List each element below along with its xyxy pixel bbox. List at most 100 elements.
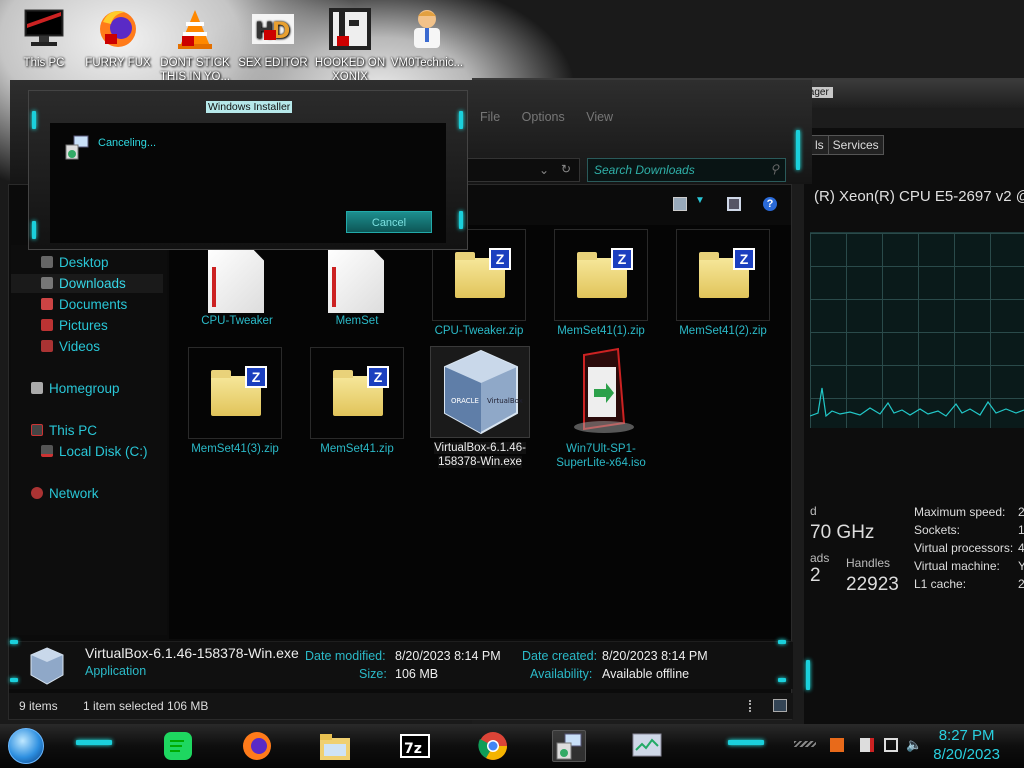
tab-services[interactable]: Services: [827, 135, 884, 155]
refresh-icon[interactable]: ↻: [561, 162, 571, 176]
details-view-icon[interactable]: [749, 700, 753, 712]
task-manager-icon[interactable]: [630, 730, 664, 762]
tab-details[interactable]: ls: [810, 135, 828, 155]
hxd-icon: HD: [250, 6, 296, 52]
videos-icon: [41, 340, 53, 352]
pc-icon: [31, 424, 43, 436]
volume-icon[interactable]: 🔈: [906, 738, 922, 752]
nav-item-pictures[interactable]: Pictures: [11, 316, 163, 335]
computer-icon: [21, 6, 67, 52]
item-count: 9 items: [19, 699, 58, 713]
zip-archive-icon: Z: [554, 229, 648, 321]
file-item[interactable]: Z MemSet41(1).zip: [553, 229, 649, 338]
explorer-menu: File Options View: [480, 110, 631, 124]
show-hidden-icons-icon[interactable]: [794, 741, 816, 747]
nav-item-this-pc[interactable]: This PC: [11, 421, 163, 440]
taskbar-accent: [728, 740, 764, 745]
desktop-icon-vm0technic[interactable]: VM0Technic...: [389, 6, 465, 70]
spotify-icon[interactable]: [160, 730, 194, 762]
nav-item-label: Pictures: [59, 318, 108, 333]
frame-accent: [796, 130, 800, 170]
task-manager-tabs: ls Services: [810, 135, 884, 155]
desktop-icon-this-pc[interactable]: This PC: [6, 6, 82, 70]
taskbar-accent: [76, 740, 112, 745]
handles-label: Handles: [846, 556, 891, 570]
nav-item-local-disk[interactable]: Local Disk (C:): [11, 442, 163, 461]
change-view-icon[interactable]: [673, 197, 687, 211]
file-name: MemSet: [335, 315, 379, 327]
l1-cache-label: L1 cache:: [914, 577, 967, 591]
file-item[interactable]: Z MemSet41(2).zip: [675, 229, 771, 338]
chrome-icon[interactable]: [476, 730, 510, 762]
performance-panel: ls Services (R) Xeon(R) CPU E5-2697 v2 @ …: [804, 128, 1024, 728]
clock-date: 8/20/2023: [933, 746, 1000, 763]
file-name: MemSet41.zip: [320, 443, 394, 455]
svg-text:7z: 7z: [404, 741, 422, 757]
dialog-body: Canceling... Cancel: [50, 123, 446, 243]
nav-item-label: Desktop: [59, 255, 109, 270]
l1-cache-value: 2: [1018, 577, 1024, 591]
virtual-machine-value: Y: [1018, 559, 1024, 573]
cpu-stats-right: Maximum speed: Sockets: Virtual processo…: [914, 503, 1013, 593]
firefox-icon[interactable]: [240, 730, 274, 762]
desktop-icon-xonix[interactable]: HOOKED ON XONIX: [312, 6, 388, 84]
network-status-icon[interactable]: [884, 738, 898, 752]
explorer-menu-file[interactable]: File: [480, 110, 500, 124]
virtual-machine-label: Virtual machine:: [914, 559, 1000, 573]
search-placeholder: Search Downloads: [594, 163, 695, 177]
svg-text:ORACLE: ORACLE: [451, 397, 479, 405]
explorer-menu-options[interactable]: Options: [522, 110, 565, 124]
selection-info: 1 item selected 106 MB: [83, 699, 209, 713]
desktop-icon-label: SEX EDITOR: [238, 57, 308, 69]
detail-size-value: 106 MB: [395, 667, 439, 681]
installer-icon[interactable]: [552, 730, 586, 762]
search-input[interactable]: Search Downloads ⚲: [587, 158, 786, 182]
preview-pane-icon[interactable]: [727, 197, 741, 211]
file-explorer-icon[interactable]: [318, 730, 352, 762]
nav-item-label: Documents: [59, 297, 128, 312]
svg-text:VirtualBox: VirtualBox: [487, 397, 523, 405]
detail-created-value: 8/20/2023 8:14 PM: [602, 649, 708, 663]
sockets-value: 1: [1018, 523, 1024, 537]
view-options-chevron-icon[interactable]: ▼: [695, 195, 705, 206]
large-icons-view-icon[interactable]: [773, 699, 787, 712]
desktop-icon-label: FURRY FUX: [85, 57, 151, 69]
chevron-down-icon[interactable]: ⌄: [539, 163, 549, 177]
desktop-icon-vlc[interactable]: DONT STICK THIS IN YO...: [157, 6, 233, 84]
desktop-icon-hxd[interactable]: HD SEX EDITOR: [235, 6, 311, 70]
explorer-menu-view[interactable]: View: [586, 110, 613, 124]
cancel-button[interactable]: Cancel: [346, 211, 432, 233]
zip-archive-icon: Z: [310, 347, 404, 439]
nav-item-homegroup[interactable]: Homegroup: [11, 379, 163, 398]
help-icon[interactable]: ?: [763, 197, 777, 211]
file-name: Win7Ult-SP1-SuperLite-x64.iso: [556, 443, 646, 469]
7zip-icon[interactable]: 7z: [398, 730, 432, 762]
file-item[interactable]: Z MemSet41.zip: [309, 347, 405, 456]
system-clock[interactable]: 8:27 PM 8/20/2023: [933, 726, 1000, 764]
doctor-icon: [404, 6, 450, 52]
tray-app-icon[interactable]: [830, 738, 844, 752]
desktop-icon-furry-fux[interactable]: FURRY FUX: [80, 6, 156, 70]
virtualbox-icon: ORACLE VirtualBox: [430, 346, 530, 438]
nav-item-downloads[interactable]: Downloads: [11, 274, 163, 293]
navigation-pane: Desktop Downloads Documents Pictures Vid…: [11, 245, 167, 635]
detail-modified-value: 8/20/2023 8:14 PM: [395, 649, 501, 663]
speed-label: d: [810, 504, 817, 518]
nav-item-documents[interactable]: Documents: [11, 295, 163, 314]
network-icon: [31, 487, 43, 499]
start-button[interactable]: [8, 728, 44, 764]
nav-item-desktop[interactable]: Desktop: [11, 253, 163, 272]
file-name: CPU-Tweaker: [201, 315, 273, 327]
file-item-selected[interactable]: ORACLE VirtualBox VirtualBox-6.1.46-1583…: [429, 346, 531, 469]
search-icon[interactable]: ⚲: [770, 162, 779, 176]
nav-item-videos[interactable]: Videos: [11, 337, 163, 356]
file-explorer-window: ▼ ? Desktop Downloads Documents Pictures…: [8, 184, 793, 720]
nav-item-network[interactable]: Network: [11, 484, 163, 503]
address-bar[interactable]: ⌄ ↻: [455, 158, 580, 182]
sockets-label: Sockets:: [914, 523, 961, 537]
file-item[interactable]: Z MemSet41(3).zip: [187, 347, 283, 456]
action-center-icon[interactable]: [860, 738, 874, 752]
downloads-icon: [41, 277, 53, 289]
file-item[interactable]: Win7Ult-SP1-SuperLite-x64.iso: [553, 347, 649, 470]
frame-accent: [778, 678, 786, 682]
